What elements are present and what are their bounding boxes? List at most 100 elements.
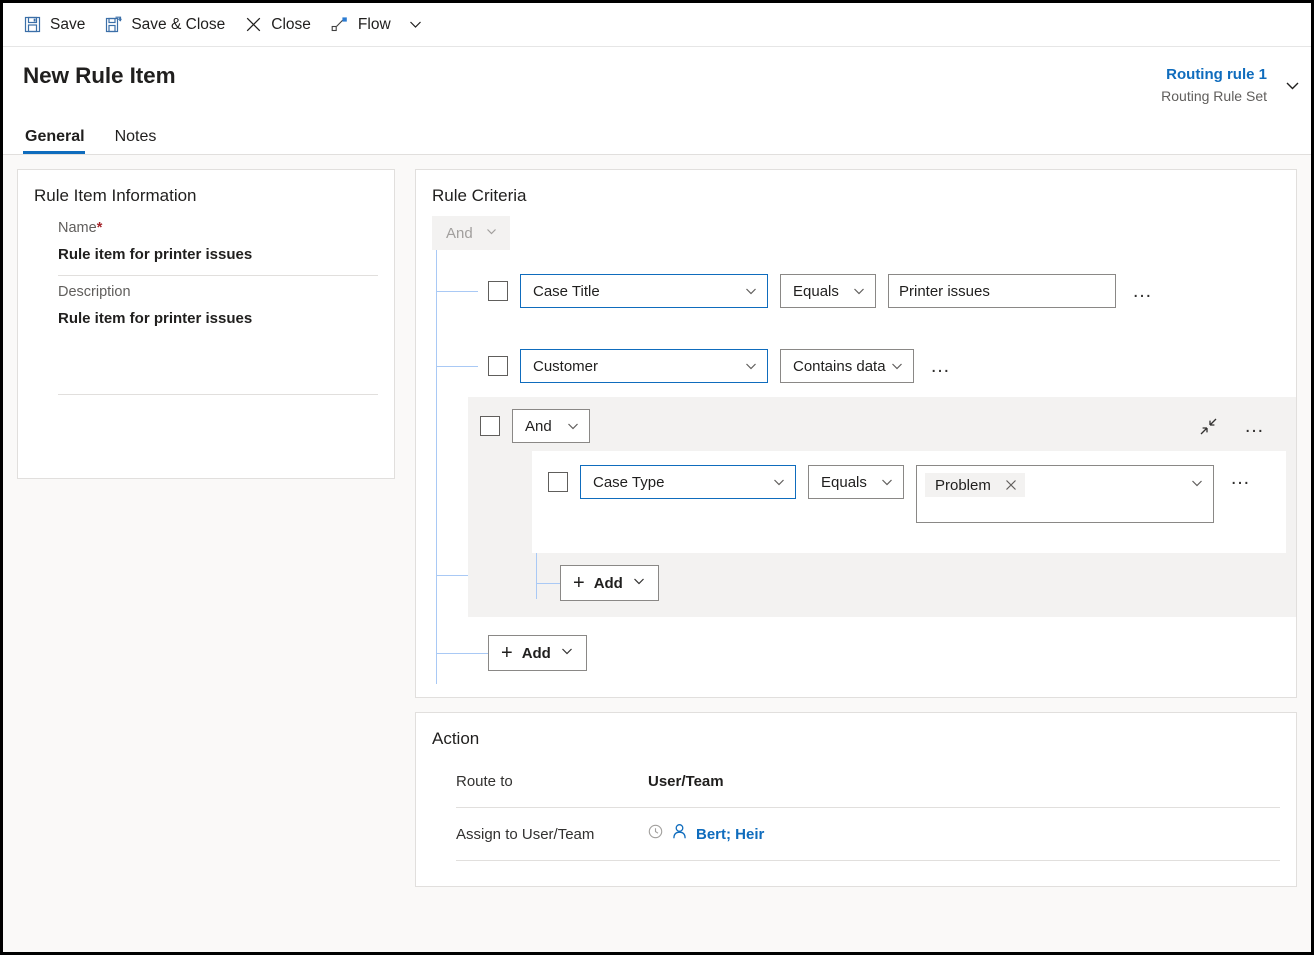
name-value[interactable]: Rule item for printer issues — [58, 236, 378, 275]
description-value[interactable]: Rule item for printer issues — [58, 300, 378, 339]
rule-item-information-title: Rule Item Information — [34, 186, 197, 205]
name-label-text: Name — [58, 220, 97, 236]
save-icon — [24, 16, 41, 33]
assign-label: Assign to User/Team — [456, 825, 595, 843]
attribute-dropdown[interactable]: Case Title — [520, 274, 768, 308]
chevron-down-icon — [566, 419, 580, 433]
group-overflow-button[interactable]: … — [1240, 416, 1270, 436]
save-label: Save — [50, 15, 86, 33]
close-x-icon[interactable] — [1005, 479, 1017, 491]
tab-general-label: General — [25, 128, 85, 145]
form-body: Rule Item Information Name* Rule item fo… — [3, 155, 1311, 952]
chevron-down-icon — [744, 359, 758, 373]
ungroup-icon[interactable] — [1199, 417, 1218, 436]
chevron-down-icon — [410, 21, 422, 28]
criteria-row-wrapper: Customer Contains data … — [432, 308, 1296, 383]
right-column: Rule Criteria And Case Title Equals Prin… — [415, 169, 1297, 952]
description-label: Description — [58, 284, 131, 300]
rule-item-information-card: Rule Item Information Name* Rule item fo… — [17, 169, 395, 479]
row-overflow-button[interactable]: … — [926, 356, 956, 376]
value-tag: Problem — [925, 473, 1025, 497]
row-checkbox[interactable] — [548, 472, 568, 492]
route-to-row: Route to User/Team — [416, 755, 1296, 807]
command-bar-overflow-button[interactable] — [401, 5, 431, 45]
value-text: Printer issues — [899, 282, 990, 300]
chevron-down-icon — [852, 284, 866, 298]
save-and-close-label: Save & Close — [131, 15, 226, 33]
route-to-value[interactable]: User/Team — [648, 773, 724, 790]
chevron-down-icon — [890, 359, 904, 373]
flow-button[interactable]: Flow — [321, 5, 401, 45]
chevron-down-icon — [772, 475, 786, 489]
group-add-label: Add — [593, 574, 623, 592]
save-and-close-icon — [105, 16, 123, 33]
command-bar: Save Save & Close Close Flow — [3, 3, 1311, 47]
table-row: Case Title Equals Printer issues … — [488, 274, 1296, 308]
row-checkbox[interactable] — [488, 281, 508, 301]
nested-criteria-row-card: Case Type Equals Problem … — [532, 451, 1286, 553]
group-header: And … — [480, 409, 1296, 443]
criteria-group: And … Case Type Equals Problem … + Add — [468, 397, 1296, 617]
criteria-group-wrapper: And … Case Type Equals Problem … + Add — [432, 397, 1296, 617]
group-operator-dropdown[interactable]: And — [512, 409, 590, 443]
close-x-icon — [245, 16, 262, 33]
operator-dropdown[interactable]: Equals — [808, 465, 904, 499]
tree-branch — [436, 366, 478, 367]
attribute-dropdown[interactable]: Customer — [520, 349, 768, 383]
route-to-label: Route to — [456, 772, 513, 790]
clock-icon — [648, 824, 663, 844]
record-context: Routing rule 1 Routing Rule Set — [1161, 65, 1277, 106]
row-checkbox[interactable] — [488, 356, 508, 376]
operator-dropdown[interactable]: Equals — [780, 274, 876, 308]
row-overflow-button[interactable]: … — [1226, 468, 1256, 488]
group-header-actions: … — [1199, 416, 1296, 436]
root-add-button[interactable]: + Add — [488, 635, 587, 671]
record-name-link[interactable]: Routing rule 1 — [1161, 65, 1267, 85]
assign-value[interactable]: Bert; Heir — [648, 823, 764, 845]
name-label: Name* — [58, 212, 378, 236]
save-and-close-button[interactable]: Save & Close — [95, 5, 235, 45]
tab-notes-label: Notes — [114, 128, 157, 145]
criteria-tree: Case Title Equals Printer issues … Custo… — [432, 250, 1296, 684]
plus-icon: + — [573, 572, 585, 594]
rule-criteria-body: And Case Title Equals Printer issues … C… — [416, 212, 1296, 684]
plus-icon: + — [501, 642, 513, 664]
close-button[interactable]: Close — [235, 5, 321, 45]
action-divider-bottom — [456, 860, 1280, 861]
attribute-dropdown[interactable]: Case Type — [580, 465, 796, 499]
value-multiselect[interactable]: Problem — [916, 465, 1214, 523]
tab-general[interactable]: General — [23, 124, 95, 154]
required-marker: * — [96, 220, 103, 236]
form-window: Save Save & Close Close Flow New Rule It… — [0, 0, 1314, 955]
operator-label: Equals — [793, 282, 839, 300]
person-icon — [671, 823, 688, 845]
criteria-row-wrapper: Case Title Equals Printer issues … — [432, 250, 1296, 308]
operator-dropdown[interactable]: Contains data — [780, 349, 914, 383]
action-card: Action Route to User/Team Assign to User… — [415, 712, 1297, 887]
table-row: Customer Contains data … — [488, 349, 1296, 383]
root-operator-dropdown[interactable]: And — [432, 216, 510, 250]
group-checkbox[interactable] — [480, 416, 500, 436]
attribute-label: Case Title — [533, 282, 600, 300]
tree-branch-add — [436, 653, 488, 654]
name-field: Name* Rule item for printer issues — [18, 212, 394, 275]
form-tabs: General Notes — [3, 124, 1311, 154]
value-input[interactable]: Printer issues — [888, 274, 1116, 308]
chevron-down-icon — [744, 284, 758, 298]
description-field: Description Rule item for printer issues — [18, 276, 394, 394]
root-operator-label: And — [446, 224, 473, 242]
assign-person-link[interactable]: Bert; Heir — [696, 826, 764, 843]
record-type-label: Routing Rule Set — [1161, 88, 1267, 104]
header-expand-button[interactable] — [1279, 65, 1305, 105]
chevron-down-icon — [880, 475, 894, 489]
tree-branch — [436, 291, 478, 292]
group-operator-label: And — [525, 417, 552, 435]
tab-notes[interactable]: Notes — [113, 124, 167, 154]
flow-icon — [331, 16, 349, 33]
attribute-label: Case Type — [593, 473, 665, 491]
save-button[interactable]: Save — [14, 5, 95, 45]
group-add-button[interactable]: + Add — [560, 565, 659, 601]
row-overflow-button[interactable]: … — [1128, 281, 1158, 301]
group-tree: Case Type Equals Problem … + Add — [480, 451, 1296, 601]
group-tree-branch-add — [536, 583, 560, 584]
